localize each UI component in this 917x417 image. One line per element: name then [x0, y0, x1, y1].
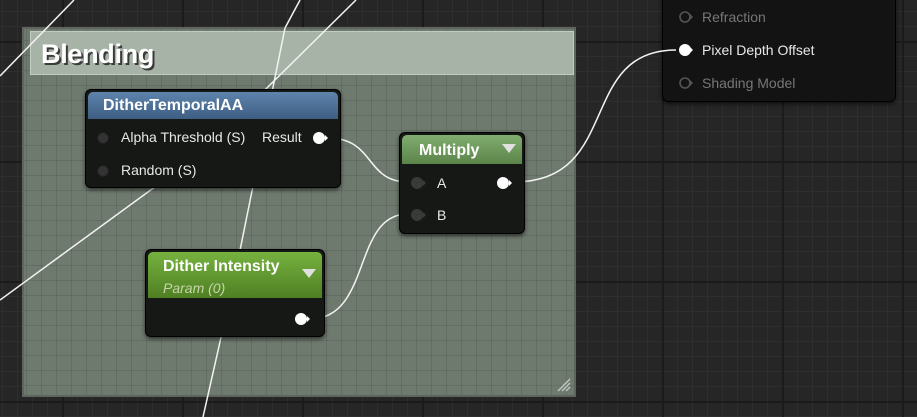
pin-label-alpha-threshold: Alpha Threshold (S) — [121, 129, 246, 145]
input-a-pin-icon[interactable] — [409, 175, 427, 191]
dropdown-arrow-icon[interactable] — [302, 269, 316, 278]
multiply-output-pin-icon[interactable] — [496, 175, 514, 191]
result-output-pin-icon[interactable] — [312, 130, 330, 146]
param-output-pin-icon[interactable] — [294, 311, 312, 327]
node-header[interactable]: Dither Intensity Param (0) — [148, 252, 322, 298]
node-title: Multiply — [419, 142, 480, 159]
node-title: Dither Intensity — [163, 258, 280, 275]
pin-label-a: A — [437, 175, 447, 191]
alpha-threshold-pin-icon[interactable] — [96, 131, 110, 145]
node-header[interactable]: DitherTemporalAA — [88, 92, 338, 119]
input-b-pin-icon[interactable] — [409, 207, 427, 223]
multiply-node[interactable]: Multiply A B — [399, 132, 525, 234]
node-subtitle: Param (0) — [163, 280, 226, 296]
dither-temporal-aa-node[interactable]: DitherTemporalAA Alpha Threshold (S) Res… — [85, 89, 341, 188]
node-header[interactable]: Multiply — [402, 135, 522, 164]
node-title: DitherTemporalAA — [103, 97, 244, 114]
pin-label-result: Result — [262, 129, 302, 145]
dither-intensity-param-node[interactable]: Dither Intensity Param (0) — [145, 249, 325, 337]
pin-label-random: Random (S) — [121, 162, 197, 178]
random-pin-icon[interactable] — [96, 164, 110, 178]
pin-label-b: B — [437, 207, 447, 223]
dropdown-arrow-icon[interactable] — [502, 144, 516, 153]
